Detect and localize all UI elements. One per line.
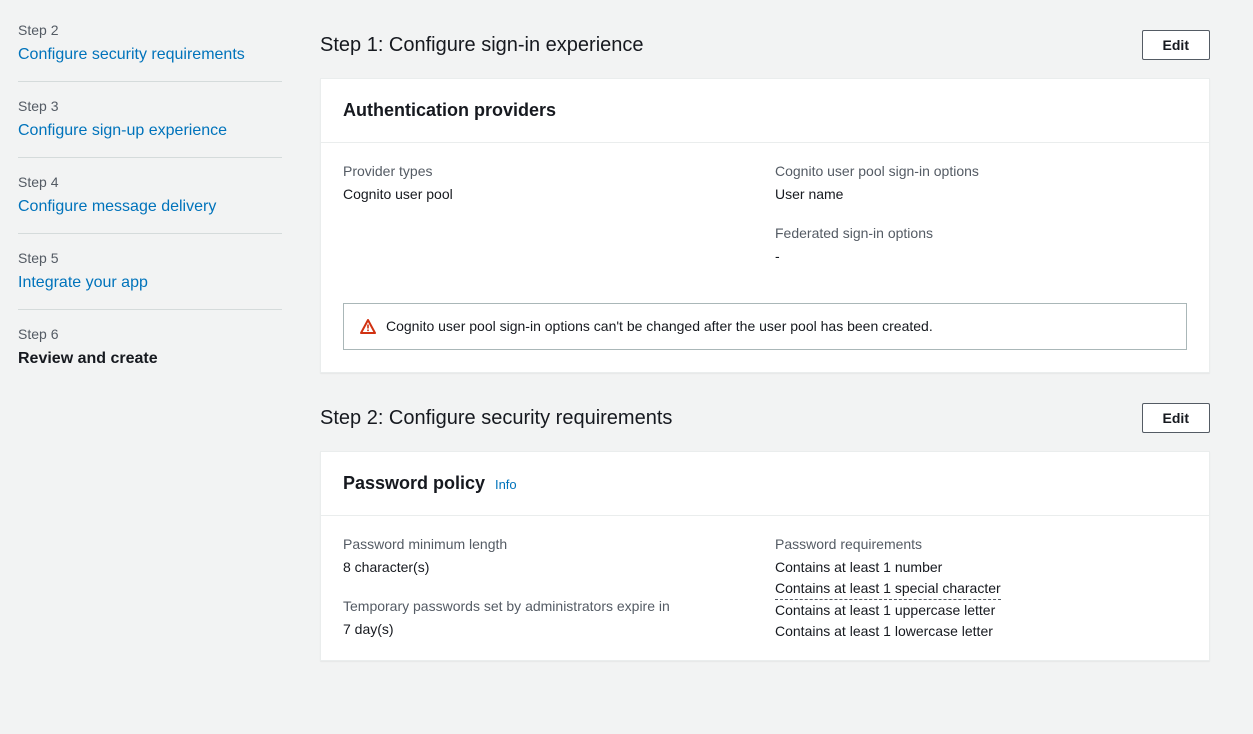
requirement-item: Contains at least 1 uppercase letter (775, 600, 1187, 621)
edit-step1-button[interactable]: Edit (1142, 30, 1210, 60)
step2-title: Step 2: Configure security requirements (320, 403, 672, 433)
panel-header: Authentication providers (321, 79, 1209, 143)
auth-providers-panel: Authentication providers Provider types … (320, 78, 1210, 373)
requirement-item: Contains at least 1 number (775, 557, 1187, 578)
federated-value: - (775, 246, 1187, 267)
sidebar-step: Step 6 Review and create (18, 324, 282, 385)
requirements-label: Password requirements (775, 534, 1187, 555)
requirement-item: Contains at least 1 lowercase letter (775, 621, 1187, 642)
step-number: Step 3 (18, 96, 282, 117)
temp-pw-value: 7 day(s) (343, 619, 755, 640)
step2-header: Step 2: Configure security requirements … (320, 403, 1210, 433)
panel-body: Provider types Cognito user pool Cognito… (321, 143, 1209, 285)
temp-pw-label: Temporary passwords set by administrator… (343, 596, 755, 617)
min-length-label: Password minimum length (343, 534, 755, 555)
signin-warning-alert: Cognito user pool sign-in options can't … (343, 303, 1187, 350)
info-link[interactable]: Info (495, 477, 517, 492)
wizard-sidebar: Step 2 Configure security requirements S… (0, 0, 300, 734)
provider-types-value: Cognito user pool (343, 184, 755, 205)
sidebar-step-link-message[interactable]: Configure message delivery (18, 195, 282, 219)
step1-title: Step 1: Configure sign-in experience (320, 30, 644, 60)
main-content: Step 1: Configure sign-in experience Edi… (300, 0, 1230, 734)
step1-header: Step 1: Configure sign-in experience Edi… (320, 30, 1210, 60)
sidebar-step-link-review: Review and create (18, 347, 282, 371)
sidebar-step: Step 3 Configure sign-up experience (18, 96, 282, 158)
panel-body: Password minimum length 8 character(s) T… (321, 516, 1209, 660)
edit-step2-button[interactable]: Edit (1142, 403, 1210, 433)
requirement-item-special[interactable]: Contains at least 1 special character (775, 578, 1001, 600)
auth-providers-title: Authentication providers (343, 100, 556, 120)
federated-label: Federated sign-in options (775, 223, 1187, 244)
signin-options-label: Cognito user pool sign-in options (775, 161, 1187, 182)
panel-header: Password policy Info (321, 452, 1209, 516)
step-number: Step 4 (18, 172, 282, 193)
sidebar-step-link-signup[interactable]: Configure sign-up experience (18, 119, 282, 143)
signin-options-value: User name (775, 184, 1187, 205)
password-policy-title: Password policy (343, 473, 485, 493)
sidebar-step: Step 2 Configure security requirements (18, 20, 282, 82)
warning-icon (360, 319, 376, 335)
sidebar-step-link-integrate[interactable]: Integrate your app (18, 271, 282, 295)
sidebar-step: Step 5 Integrate your app (18, 248, 282, 310)
min-length-value: 8 character(s) (343, 557, 755, 578)
password-policy-panel: Password policy Info Password minimum le… (320, 451, 1210, 661)
sidebar-step-link-security[interactable]: Configure security requirements (18, 43, 282, 67)
step-number: Step 6 (18, 324, 282, 345)
step-number: Step 5 (18, 248, 282, 269)
warning-text: Cognito user pool sign-in options can't … (386, 316, 933, 337)
provider-types-label: Provider types (343, 161, 755, 182)
step-number: Step 2 (18, 20, 282, 41)
sidebar-step: Step 4 Configure message delivery (18, 172, 282, 234)
